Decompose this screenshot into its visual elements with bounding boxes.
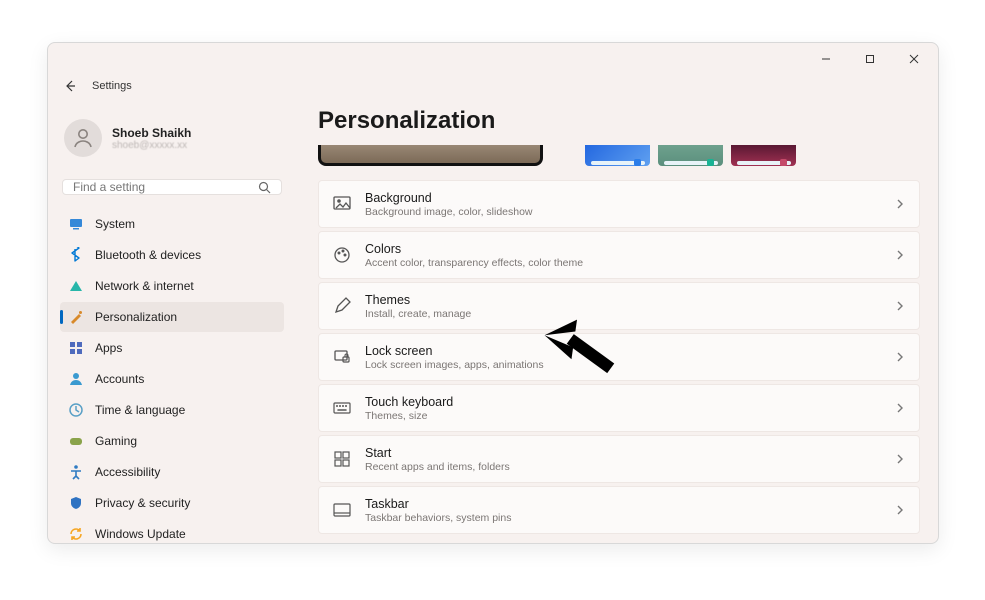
card-title: Start xyxy=(365,446,881,460)
card-subtitle: Accent color, transparency effects, colo… xyxy=(365,257,881,269)
brush-icon xyxy=(68,309,84,325)
chevron-right-icon xyxy=(895,300,905,312)
sidebar-item-label: Bluetooth & devices xyxy=(95,248,201,262)
access-icon xyxy=(68,464,84,480)
search-input[interactable] xyxy=(73,180,258,194)
chevron-right-icon xyxy=(895,198,905,210)
sidebar-item-label: Accessibility xyxy=(95,465,160,479)
taskbar-icon xyxy=(333,501,351,519)
clock-icon xyxy=(68,402,84,418)
sidebar-item-network-internet[interactable]: Network & internet xyxy=(60,271,284,301)
settings-card-taskbar[interactable]: TaskbarTaskbar behaviors, system pins xyxy=(318,486,920,534)
card-subtitle: Taskbar behaviors, system pins xyxy=(365,512,881,524)
search-box[interactable] xyxy=(62,179,282,195)
sidebar-item-gaming[interactable]: Gaming xyxy=(60,426,284,456)
card-subtitle: Background image, color, slideshow xyxy=(365,206,881,218)
close-button[interactable] xyxy=(892,45,936,73)
card-title: Colors xyxy=(365,242,881,256)
chevron-right-icon xyxy=(895,249,905,261)
settings-card-colors[interactable]: ColorsAccent color, transparency effects… xyxy=(318,231,920,279)
settings-card-background[interactable]: BackgroundBackground image, color, slide… xyxy=(318,180,920,228)
sidebar-item-label: Privacy & security xyxy=(95,496,190,510)
chevron-right-icon xyxy=(895,351,905,363)
sidebar-item-accessibility[interactable]: Accessibility xyxy=(60,457,284,487)
theme-thumbnail[interactable] xyxy=(585,145,650,166)
nav-list: System Bluetooth & devices Network & inter… xyxy=(60,209,284,543)
pen-icon xyxy=(333,297,351,315)
bluetooth-icon xyxy=(68,247,84,263)
minimize-button[interactable] xyxy=(804,45,848,73)
theme-strip xyxy=(318,145,920,166)
user-email: shoeb@xxxxx.xx xyxy=(112,140,191,151)
lock-icon xyxy=(333,348,351,366)
titlebar xyxy=(48,43,938,75)
card-title: Themes xyxy=(365,293,881,307)
image-icon xyxy=(333,195,351,213)
chevron-right-icon xyxy=(895,453,905,465)
back-button[interactable] xyxy=(62,79,78,93)
sidebar-item-label: Time & language xyxy=(95,403,185,417)
top-bar: Settings xyxy=(48,75,938,97)
chevron-right-icon xyxy=(895,504,905,516)
settings-card-list: BackgroundBackground image, color, slide… xyxy=(318,180,920,535)
sidebar-item-label: System xyxy=(95,217,135,231)
sidebar-item-label: Network & internet xyxy=(95,279,194,293)
avatar xyxy=(64,119,102,157)
card-subtitle: Lock screen images, apps, animations xyxy=(365,359,881,371)
chevron-right-icon xyxy=(895,402,905,414)
sidebar-item-label: Personalization xyxy=(95,310,177,324)
card-title: Lock screen xyxy=(365,344,881,358)
grid-icon xyxy=(68,340,84,356)
gaming-icon xyxy=(68,433,84,449)
card-title: Taskbar xyxy=(365,497,881,511)
start-icon xyxy=(333,450,351,468)
user-icon xyxy=(68,371,84,387)
sidebar-item-label: Accounts xyxy=(95,372,144,386)
sidebar: Shoeb Shaikh shoeb@xxxxx.xx System Blueto… xyxy=(48,97,296,543)
settings-card-start[interactable]: StartRecent apps and items, folders xyxy=(318,435,920,483)
theme-thumbnail[interactable] xyxy=(731,145,796,166)
settings-card-themes[interactable]: ThemesInstall, create, manage xyxy=(318,282,920,330)
sidebar-item-label: Apps xyxy=(95,341,122,355)
maximize-button[interactable] xyxy=(848,45,892,73)
keyboard-icon xyxy=(333,399,351,417)
sidebar-item-time-language[interactable]: Time & language xyxy=(60,395,284,425)
sidebar-item-apps[interactable]: Apps xyxy=(60,333,284,363)
shield-icon xyxy=(68,495,84,511)
sidebar-item-windows-update[interactable]: Windows Update xyxy=(60,519,284,543)
user-name: Shoeb Shaikh xyxy=(112,126,191,140)
card-title: Touch keyboard xyxy=(365,395,881,409)
wifi-icon xyxy=(68,278,84,294)
sidebar-item-label: Gaming xyxy=(95,434,137,448)
card-subtitle: Themes, size xyxy=(365,410,881,422)
sidebar-item-accounts[interactable]: Accounts xyxy=(60,364,284,394)
current-theme-preview[interactable] xyxy=(318,145,543,166)
settings-card-lock-screen[interactable]: Lock screenLock screen images, apps, ani… xyxy=(318,333,920,381)
sidebar-item-system[interactable]: System xyxy=(60,209,284,239)
theme-thumbnail[interactable] xyxy=(658,145,723,166)
monitor-icon xyxy=(68,216,84,232)
settings-card-touch-keyboard[interactable]: Touch keyboardThemes, size xyxy=(318,384,920,432)
sidebar-item-privacy-security[interactable]: Privacy & security xyxy=(60,488,284,518)
card-subtitle: Recent apps and items, folders xyxy=(365,461,881,473)
sidebar-item-personalization[interactable]: Personalization xyxy=(60,302,284,332)
card-subtitle: Install, create, manage xyxy=(365,308,881,320)
palette-icon xyxy=(333,246,351,264)
update-icon xyxy=(68,526,84,542)
user-block[interactable]: Shoeb Shaikh shoeb@xxxxx.xx xyxy=(60,115,284,169)
search-icon xyxy=(258,181,271,194)
sidebar-item-bluetooth-devices[interactable]: Bluetooth & devices xyxy=(60,240,284,270)
card-title: Background xyxy=(365,191,881,205)
page-title: Personalization xyxy=(318,97,920,137)
app-title: Settings xyxy=(92,80,132,92)
sidebar-item-label: Windows Update xyxy=(95,527,186,541)
